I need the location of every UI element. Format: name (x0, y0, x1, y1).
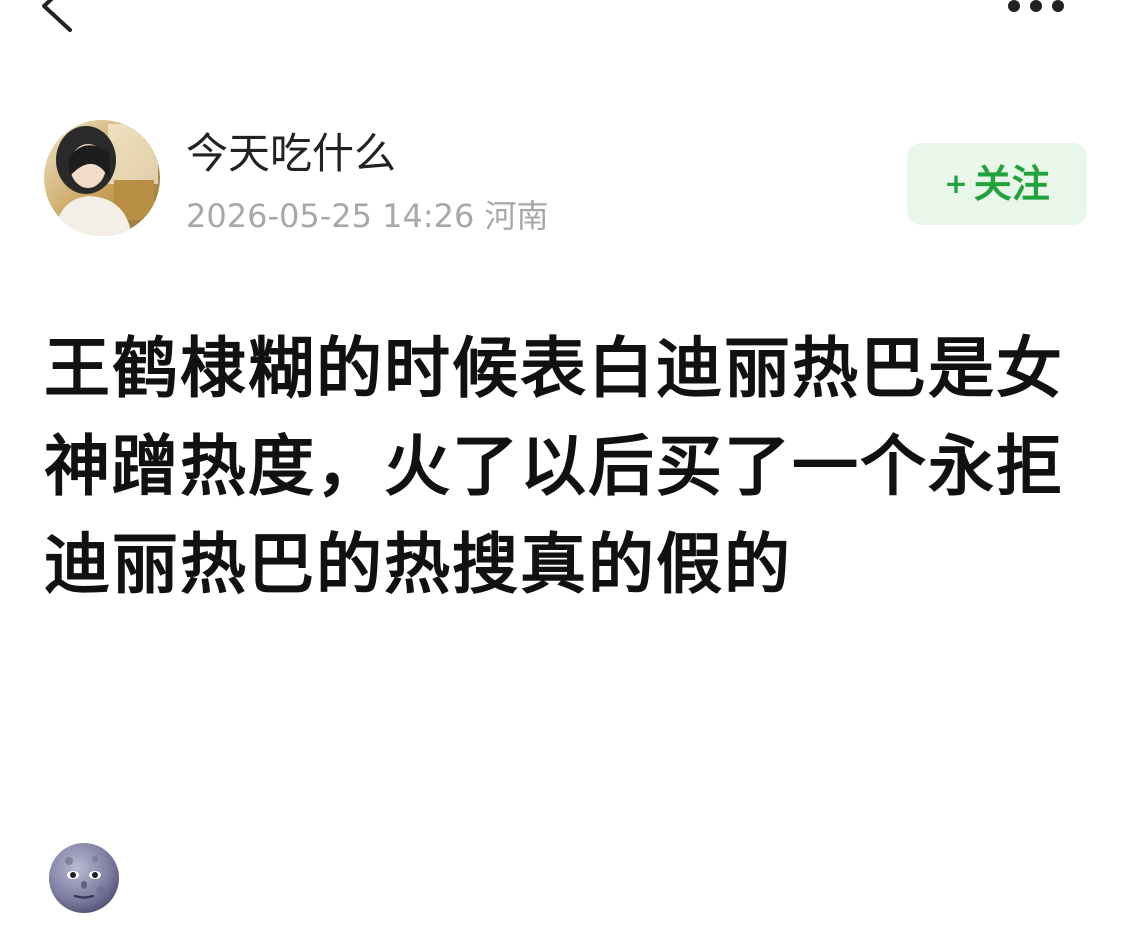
follow-button[interactable]: + 关注 (907, 143, 1087, 225)
plus-icon: + (944, 167, 968, 200)
more-dots-icon (1008, 0, 1064, 12)
new-moon-face-icon (47, 841, 121, 915)
post-text: 王鹤棣糊的时候表白迪丽热巴是女神蹭热度，火了以后买了一个永拒迪丽热巴的热搜真的假… (44, 330, 1064, 603)
follow-label: 关注 (973, 162, 1050, 206)
post-location: 河南 (484, 197, 549, 235)
author-name[interactable]: 今天吃什么 (186, 128, 396, 180)
top-bar (0, 0, 1130, 50)
avatar[interactable] (44, 120, 160, 236)
post-timestamp: 2026-05-25 14:26 (186, 197, 475, 235)
back-button[interactable] (30, 0, 90, 38)
post-meta: 2026-05-25 14:26 河南 (186, 196, 549, 236)
avatar-image (44, 120, 160, 236)
more-button[interactable] (1000, 0, 1080, 26)
back-chevron-icon (42, 0, 72, 32)
author-row: 今天吃什么 2026-05-25 14:26 河南 + 关注 (44, 120, 1094, 240)
